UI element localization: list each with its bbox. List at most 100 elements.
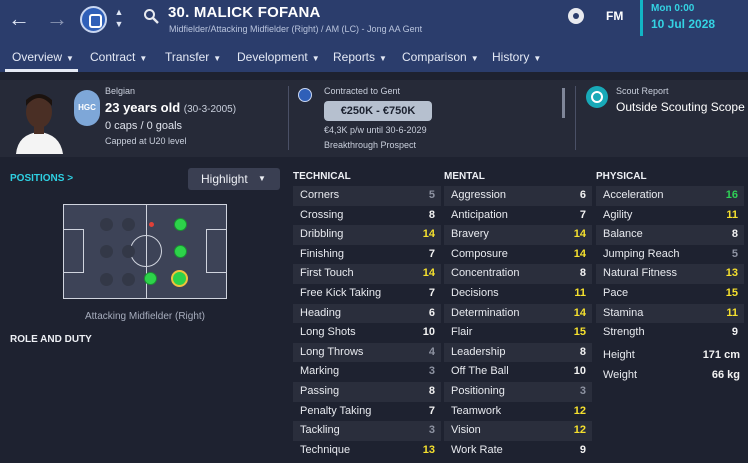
attribute-name: Marking [300, 365, 340, 378]
physical-attribute-row[interactable]: Balance 8 [596, 225, 744, 245]
mental-title: MENTAL [444, 171, 485, 182]
mental-attribute-row[interactable]: Decisions 11 [444, 284, 592, 304]
attribute-name: Penalty Taking [300, 404, 372, 417]
chevron-down-icon: ▼ [66, 54, 74, 63]
mental-attribute-row[interactable]: Work Rate 9 [444, 441, 592, 461]
mental-attribute-row[interactable]: Composure 14 [444, 245, 592, 265]
mental-attribute-row[interactable]: Determination 14 [444, 303, 592, 324]
settings-gear-icon[interactable] [568, 8, 584, 24]
height-value: 171 cm [702, 349, 740, 361]
physical-title: PHYSICAL [596, 171, 647, 182]
chevron-down-icon: ▼ [470, 54, 479, 63]
attribute-name: Dribbling [300, 228, 344, 241]
attribute-value: 3 [428, 424, 435, 437]
attribute-value: 12 [573, 404, 586, 417]
physical-attribute-row[interactable]: Stamina 11 [596, 303, 744, 324]
attribute-name: Stamina [603, 306, 644, 319]
contract-label: Contracted to Gent [324, 86, 401, 96]
technical-attribute-row[interactable]: Dribbling 14 [293, 225, 441, 245]
physical-attribute-row[interactable]: Strength 9 [596, 323, 744, 343]
technical-attribute-row[interactable]: Long Throws 4 [293, 342, 441, 363]
position-dot [122, 273, 135, 286]
tab-contract[interactable]: Contract ▼ [90, 50, 147, 64]
scout-search-icon[interactable] [586, 86, 608, 108]
search-icon[interactable] [143, 8, 159, 24]
scout-report-value[interactable]: Outside Scouting Scope [616, 100, 745, 114]
youth-club-badge[interactable]: HGC [74, 90, 100, 126]
forward-arrow-icon[interactable]: → [44, 6, 70, 32]
attribute-name: Jumping Reach [603, 247, 680, 260]
fm-logo[interactable]: FM [606, 9, 623, 23]
chevron-down-icon: ▼ [139, 54, 148, 63]
technical-attribute-row[interactable]: Free Kick Taking 7 [293, 284, 441, 304]
attribute-value: 6 [428, 306, 435, 319]
tab-development[interactable]: Development ▼ [237, 50, 320, 64]
physical-attribute-row[interactable]: Jumping Reach 5 [596, 245, 744, 265]
tab-transfer[interactable]: Transfer ▼ [165, 50, 221, 64]
caps-goals: 0 caps / 0 goals [105, 120, 183, 132]
attribute-value: 3 [428, 365, 435, 378]
mental-attribute-row[interactable]: Off The Ball 10 [444, 362, 592, 382]
physical-attribute-row[interactable]: Acceleration 16 [596, 186, 744, 206]
tab-reports[interactable]: Reports ▼ [333, 50, 387, 64]
mental-attribute-row[interactable]: Vision 12 [444, 421, 592, 441]
selected-position-dot[interactable] [171, 270, 188, 287]
physical-attribute-row[interactable]: Pace 15 [596, 284, 744, 304]
attribute-name: Concentration [451, 267, 520, 280]
position-dot [100, 273, 113, 286]
technical-attribute-row[interactable]: Corners 5 [293, 186, 441, 206]
top-header: ← → ▲ ▼ 30. MALICK FOFANA Midfielder/Atta… [0, 0, 748, 72]
attribute-value: 11 [726, 306, 738, 319]
mental-attribute-row[interactable]: Leadership 8 [444, 342, 592, 363]
positions-panel: POSITIONS > Highlight ▼ Attacking Midfie… [0, 160, 286, 463]
attribute-value: 14 [422, 267, 435, 280]
mental-attribute-row[interactable]: Aggression 6 [444, 186, 592, 206]
technical-attribute-row[interactable]: Crossing 8 [293, 206, 441, 226]
attribute-value: 16 [725, 189, 738, 201]
technical-attribute-row[interactable]: Technique 13 [293, 441, 441, 461]
back-arrow-icon[interactable]: ← [6, 6, 32, 32]
physical-attribute-row[interactable]: Agility 11 [596, 206, 744, 226]
age-line: 23 years old (30-3-2005) [105, 100, 236, 115]
mental-attribute-row[interactable]: Anticipation 7 [444, 206, 592, 226]
attribute-name: Finishing [300, 247, 345, 260]
physical-attribute-row[interactable]: Natural Fitness 13 [596, 264, 744, 284]
date-panel[interactable]: Mon 0:00 10 Jul 2028 [640, 0, 748, 36]
attribute-value: 8 [428, 384, 435, 397]
tab-history[interactable]: History ▼ [492, 50, 541, 64]
tab-overview[interactable]: Overview ▼ [12, 50, 74, 64]
attribute-name: Technique [300, 443, 351, 456]
highlight-dropdown[interactable]: Highlight ▼ [188, 168, 280, 190]
tab-comparison[interactable]: Comparison ▼ [402, 50, 479, 64]
weight-label: Weight [603, 368, 638, 381]
tab-label: Development [237, 50, 308, 64]
mental-attribute-row[interactable]: Flair 15 [444, 323, 592, 343]
technical-attribute-row[interactable]: Heading 6 [293, 303, 441, 324]
technical-attribute-row[interactable]: Passing 8 [293, 381, 441, 402]
mental-attribute-row[interactable]: Teamwork 12 [444, 402, 592, 422]
mental-attribute-row[interactable]: Positioning 3 [444, 381, 592, 402]
highlight-label: Highlight [201, 172, 248, 186]
attribute-name: Vision [451, 424, 481, 437]
mental-attribute-row[interactable]: Bravery 14 [444, 225, 592, 245]
technical-attribute-row[interactable]: Tackling 3 [293, 421, 441, 441]
technical-attribute-row[interactable]: Long Shots 10 [293, 323, 441, 343]
technical-attribute-row[interactable]: First Touch 14 [293, 264, 441, 284]
player-cycle-icon[interactable]: ▲ ▼ [112, 6, 126, 32]
attribute-value: 13 [725, 267, 738, 280]
club-badge-icon[interactable] [80, 6, 107, 33]
attribute-name: Acceleration [603, 189, 664, 201]
mental-attribute-row[interactable]: Concentration 8 [444, 264, 592, 284]
technical-attribute-row[interactable]: Marking 3 [293, 362, 441, 382]
attribute-name: Work Rate [451, 443, 503, 456]
role-duty-title: ROLE AND DUTY [10, 334, 92, 345]
attribute-name: Anticipation [451, 208, 508, 221]
positions-title[interactable]: POSITIONS > [10, 173, 73, 184]
club-crest-icon[interactable] [298, 88, 312, 102]
technical-attribute-row[interactable]: Finishing 7 [293, 245, 441, 265]
position-caption: Attacking Midfielder (Right) [84, 311, 206, 322]
technical-attribute-row[interactable]: Penalty Taking 7 [293, 402, 441, 422]
attribute-value: 7 [579, 208, 586, 221]
attribute-value: 15 [725, 286, 738, 299]
value-badge: €250K - €750K [324, 101, 432, 121]
